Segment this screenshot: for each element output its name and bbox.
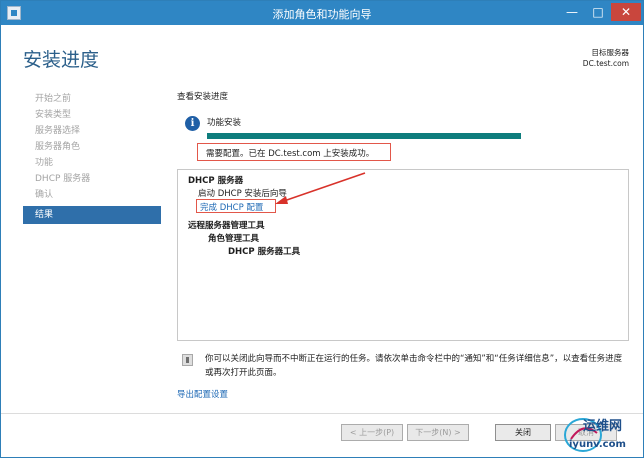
previous-button[interactable]: < 上一步(P)	[341, 424, 403, 441]
nav-item-dhcp-server: DHCP 服务器	[35, 174, 91, 184]
info-icon: i	[185, 116, 200, 131]
window-title: 添加角色和功能向导	[272, 8, 372, 21]
target-server-value: DC.test.com	[582, 59, 629, 68]
installation-status-text: 需要配置。已在 DC.test.com 上安装成功。	[206, 149, 375, 159]
nav-item-features: 功能	[35, 158, 54, 168]
results-list: DHCP 服务器 启动 DHCP 安装后向导 完成 DHCP 配置 远程服务器管…	[177, 169, 629, 341]
result-role-admin-tools: 角色管理工具	[208, 234, 260, 244]
nav-item-server-roles: 服务器角色	[35, 142, 81, 152]
result-dhcp-server: DHCP 服务器	[188, 176, 244, 186]
nav-item-confirmation: 确认	[35, 190, 54, 200]
next-button[interactable]: 下一步(N) >	[407, 424, 469, 441]
watermark-text: 运维网	[583, 419, 623, 434]
flag-icon	[182, 354, 193, 366]
target-server-label: 目标服务器	[591, 48, 630, 57]
complete-dhcp-config-link[interactable]: 完成 DHCP 配置	[200, 201, 263, 213]
close-button[interactable]: 关闭	[495, 424, 551, 441]
nav-item-installation-type: 安装类型	[35, 110, 72, 120]
wizard-window: 添加角色和功能向导 — □ ✕ 安装进度 目标服务器 DC.test.com 开…	[0, 0, 644, 458]
target-server-info: 目标服务器 DC.test.com	[583, 47, 629, 69]
result-rsat: 远程服务器管理工具	[188, 221, 265, 231]
installation-progress-bar	[207, 133, 521, 139]
annotation-arrow	[275, 172, 366, 204]
watermark-domain: iyunv.com	[569, 439, 626, 450]
nav-item-results[interactable]: 结果	[23, 206, 161, 224]
minimize-button[interactable]: —	[559, 3, 585, 21]
nav-item-server-selection: 服务器选择	[35, 126, 81, 136]
result-dhcp-server-tools: DHCP 服务器工具	[228, 247, 301, 257]
wizard-nav: 开始之前 安装类型 服务器选择 服务器角色 功能 DHCP 服务器 确认 结果	[23, 91, 161, 224]
maximize-button[interactable]: □	[585, 3, 611, 21]
progress-fill	[207, 133, 521, 139]
export-config-link[interactable]: 导出配置设置	[177, 388, 228, 400]
feature-installation-label: 功能安装	[207, 118, 242, 128]
nav-item-before-you-begin: 开始之前	[35, 94, 72, 104]
wizard-note: 你可以关闭此向导而不中断正在运行的任务。请依次单击命令栏中的“通知”和“任务详细…	[205, 354, 623, 378]
title-bar[interactable]: 添加角色和功能向导 — □ ✕	[1, 1, 643, 25]
close-window-button[interactable]: ✕	[611, 3, 641, 21]
status-highlight-box: 需要配置。已在 DC.test.com 上安装成功。	[197, 143, 391, 161]
section-label: 查看安装进度	[177, 92, 229, 102]
footer-divider	[1, 413, 643, 414]
page-title: 安装进度	[23, 49, 100, 71]
